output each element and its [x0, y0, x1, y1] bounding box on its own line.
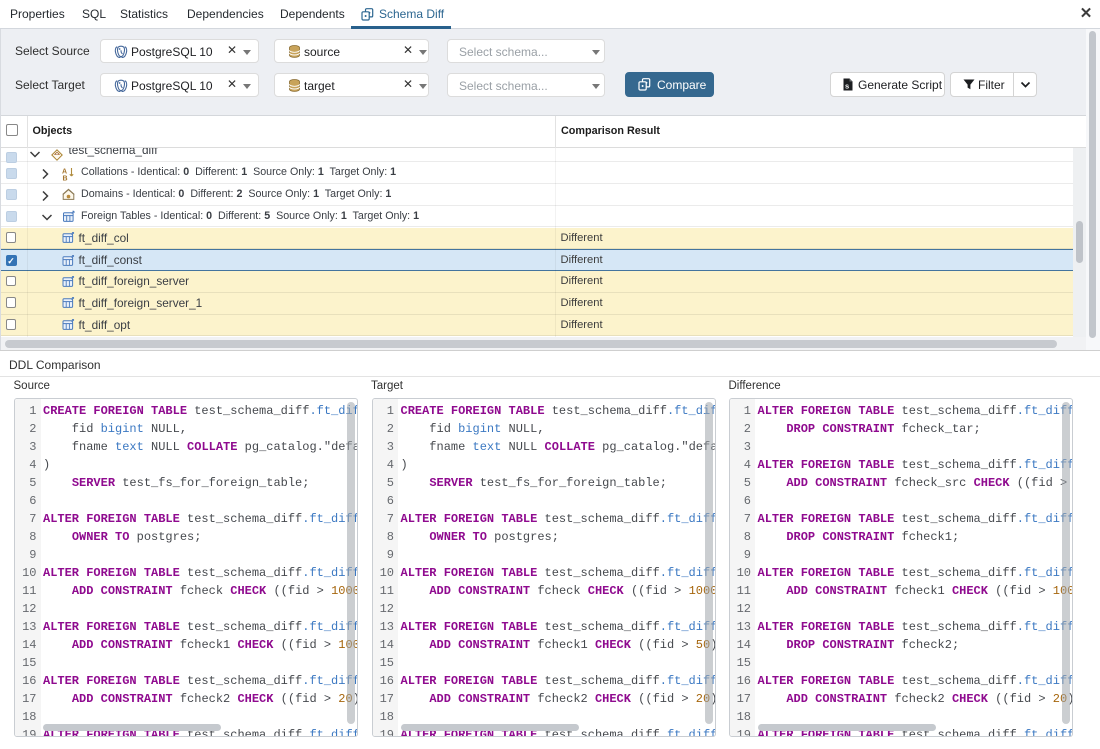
- svg-text:s: s: [845, 82, 849, 91]
- svg-text:A: A: [62, 168, 67, 175]
- svg-text:B: B: [63, 175, 68, 181]
